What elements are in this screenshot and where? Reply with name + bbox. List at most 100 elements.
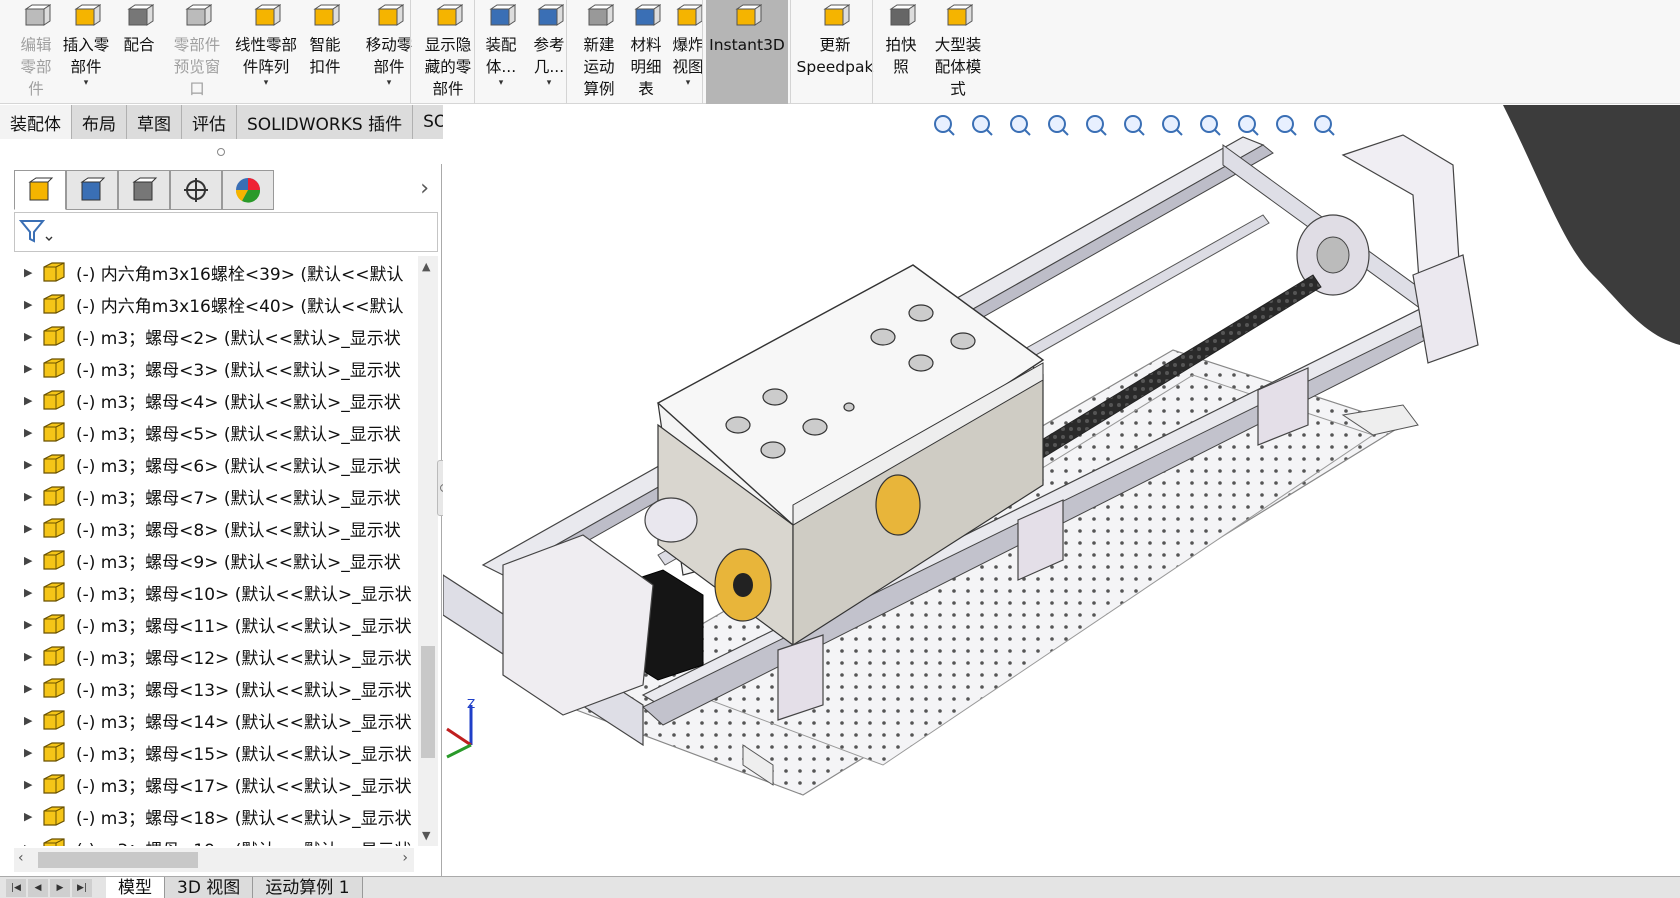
- dimxpert-icon[interactable]: [170, 170, 222, 210]
- expand-arrow-icon[interactable]: ▶: [14, 810, 40, 823]
- expand-arrow-icon[interactable]: ▶: [14, 778, 40, 791]
- component-preview-button[interactable]: 零部件 预览窗 口: [162, 0, 232, 104]
- bottom-tab-1[interactable]: 3D 视图: [165, 877, 254, 898]
- expand-arrow-icon[interactable]: ▶: [14, 394, 40, 407]
- edit-appearance-icon[interactable]: [1232, 110, 1264, 140]
- section-view-icon[interactable]: [1042, 110, 1074, 140]
- tree-row[interactable]: ▶ (-) m3；螺母<8> (默认<<默认>_显示状: [14, 512, 414, 544]
- chevron-down-icon[interactable]: ▾: [499, 78, 504, 88]
- tree-row[interactable]: ▶ (-) m3；螺母<19> (默认<<默认>_显示状: [14, 832, 414, 846]
- speedpak-label: 更新 Speedpak: [796, 36, 874, 76]
- tab-4[interactable]: SOLIDWORKS 插件: [237, 105, 414, 139]
- expand-arrow-icon[interactable]: ▶: [14, 330, 40, 343]
- expand-arrow-icon[interactable]: ▶: [14, 298, 40, 311]
- property-manager-icon[interactable]: [66, 170, 118, 210]
- move-component-button[interactable]: 移动零 部件 ▾: [352, 0, 426, 104]
- tree-horizontal-scrollbar[interactable]: ‹ ›: [14, 848, 414, 872]
- chevron-down-icon[interactable]: ▾: [686, 78, 691, 88]
- tree-row[interactable]: ▶ (-) m3；螺母<14> (默认<<默认>_显示状: [14, 704, 414, 736]
- chevron-down-icon[interactable]: ▾: [84, 78, 89, 88]
- expand-arrow-icon[interactable]: ▶: [14, 586, 40, 599]
- exploded-view-button[interactable]: 爆炸 视图 ▾: [664, 0, 712, 104]
- chevron-down-icon[interactable]: ▾: [264, 78, 269, 88]
- chevron-down-icon[interactable]: ▾: [387, 78, 392, 88]
- large-assembly-button[interactable]: 大型装 配体模 式: [922, 0, 994, 104]
- tree-row[interactable]: ▶ (-) m3；螺母<18> (默认<<默认>_显示状: [14, 800, 414, 832]
- mate-button[interactable]: 配合: [116, 0, 162, 104]
- chevron-down-icon[interactable]: ▾: [547, 78, 552, 88]
- tree-row[interactable]: ▶ (-) m3；螺母<2> (默认<<默认>_显示状: [14, 320, 414, 352]
- expand-arrow-icon[interactable]: ▶: [14, 618, 40, 631]
- zoom-to-area-icon[interactable]: [966, 110, 998, 140]
- expand-arrow-icon[interactable]: ▶: [14, 650, 40, 663]
- tree-row[interactable]: ▶ (-) m3；螺母<9> (默认<<默认>_显示状: [14, 544, 414, 576]
- smart-fasteners-button[interactable]: 智能 扣件: [300, 0, 350, 104]
- panel-split-handle[interactable]: [0, 140, 442, 164]
- tree-row[interactable]: ▶ (-) m3；螺母<12> (默认<<默认>_显示状: [14, 640, 414, 672]
- view-orientation-icon[interactable]: [1118, 110, 1150, 140]
- tree-row[interactable]: ▶ (-) 内六角m3x16螺栓<40> (默认<<默认: [14, 288, 414, 320]
- tree-row[interactable]: ▶ (-) m3；螺母<15> (默认<<默认>_显示状: [14, 736, 414, 768]
- expand-arrow-icon[interactable]: ▶: [14, 842, 40, 847]
- expand-arrow-icon[interactable]: ▶: [14, 522, 40, 535]
- instant3d-button[interactable]: Instant3D: [706, 0, 788, 104]
- tab-2[interactable]: 草图: [127, 105, 182, 139]
- dynamic-annotation-icon[interactable]: [1080, 110, 1112, 140]
- expand-arrow-icon[interactable]: ▶: [14, 490, 40, 503]
- apply-scene-icon[interactable]: [1270, 110, 1302, 140]
- expand-arrow-icon[interactable]: ▶: [14, 746, 40, 759]
- tree-row[interactable]: ▶ (-) m3；螺母<4> (默认<<默认>_显示状: [14, 384, 414, 416]
- edit-component-button[interactable]: 编辑 零部 件: [10, 0, 62, 104]
- bottom-tab-0[interactable]: 模型: [106, 877, 165, 898]
- configuration-manager-icon[interactable]: [118, 170, 170, 210]
- filter-icon[interactable]: [15, 213, 55, 249]
- display-manager-icon[interactable]: [222, 170, 274, 210]
- tree-row[interactable]: ▶ (-) 内六角m3x16螺栓<39> (默认<<默认: [14, 256, 414, 288]
- zoom-to-fit-icon[interactable]: [928, 110, 960, 140]
- insert-components-button[interactable]: 插入零 部件 ▾: [58, 0, 114, 104]
- panel-tabs-next-arrow[interactable]: ›: [420, 176, 429, 201]
- expand-arrow-icon[interactable]: ▶: [14, 362, 40, 375]
- expand-arrow-icon[interactable]: ▶: [14, 426, 40, 439]
- tree-scroll-thumb[interactable]: [421, 646, 435, 758]
- motion-study-button[interactable]: 新建 运动 算例: [574, 0, 624, 104]
- tree-hscroll-thumb[interactable]: [38, 852, 198, 868]
- tree-row[interactable]: ▶ (-) m3；螺母<3> (默认<<默认>_显示状: [14, 352, 414, 384]
- prev-tab-button[interactable]: ◀: [28, 879, 48, 897]
- bom-button[interactable]: 材料 明细 表: [622, 0, 670, 104]
- tree-filter-bar[interactable]: [14, 212, 438, 252]
- display-style-icon[interactable]: [1156, 110, 1188, 140]
- tab-0[interactable]: 装配体: [0, 105, 72, 139]
- previous-view-icon[interactable]: [1004, 110, 1036, 140]
- tree-row[interactable]: ▶ (-) m3；螺母<13> (默认<<默认>_显示状: [14, 672, 414, 704]
- first-tab-button[interactable]: |◀: [6, 879, 26, 897]
- tab-1[interactable]: 布局: [72, 105, 127, 139]
- hide-show-items-icon[interactable]: [1194, 110, 1226, 140]
- linear-pattern-button[interactable]: 线性零部 件阵列 ▾: [224, 0, 308, 104]
- expand-arrow-icon[interactable]: ▶: [14, 458, 40, 471]
- expand-arrow-icon[interactable]: ▶: [14, 266, 40, 279]
- tree-row[interactable]: ▶ (-) m3；螺母<10> (默认<<默认>_显示状: [14, 576, 414, 608]
- tree-row[interactable]: ▶ (-) m3；螺母<6> (默认<<默认>_显示状: [14, 448, 414, 480]
- feature-manager-icon[interactable]: [14, 170, 66, 210]
- speedpak-button[interactable]: 更新 Speedpak: [794, 0, 876, 104]
- view-settings-icon[interactable]: [1308, 110, 1340, 140]
- next-tab-button[interactable]: ▶: [50, 879, 70, 897]
- expand-arrow-icon[interactable]: ▶: [14, 554, 40, 567]
- tree-vertical-scrollbar[interactable]: ▲ ▼: [418, 256, 438, 846]
- tree-row[interactable]: ▶ (-) m3；螺母<5> (默认<<默认>_显示状: [14, 416, 414, 448]
- snapshot-button[interactable]: 拍快 照: [878, 0, 924, 104]
- assembly-model[interactable]: [443, 105, 1680, 876]
- bottom-tab-2[interactable]: 运动算例 1: [253, 877, 363, 898]
- tab-3[interactable]: 评估: [182, 105, 237, 139]
- expand-arrow-icon[interactable]: ▶: [14, 714, 40, 727]
- last-tab-button[interactable]: ▶|: [72, 879, 92, 897]
- tree-row[interactable]: ▶ (-) m3；螺母<17> (默认<<默认>_显示状: [14, 768, 414, 800]
- ribbon-separator: [790, 0, 791, 104]
- tree-row[interactable]: ▶ (-) m3；螺母<7> (默认<<默认>_显示状: [14, 480, 414, 512]
- show-hidden-button[interactable]: 显示隐 藏的零 部件: [416, 0, 480, 104]
- assembly-features-button[interactable]: 装配 体... ▾: [480, 0, 522, 104]
- graphics-viewport[interactable]: Z X Y: [443, 105, 1680, 876]
- tree-row[interactable]: ▶ (-) m3；螺母<11> (默认<<默认>_显示状: [14, 608, 414, 640]
- expand-arrow-icon[interactable]: ▶: [14, 682, 40, 695]
